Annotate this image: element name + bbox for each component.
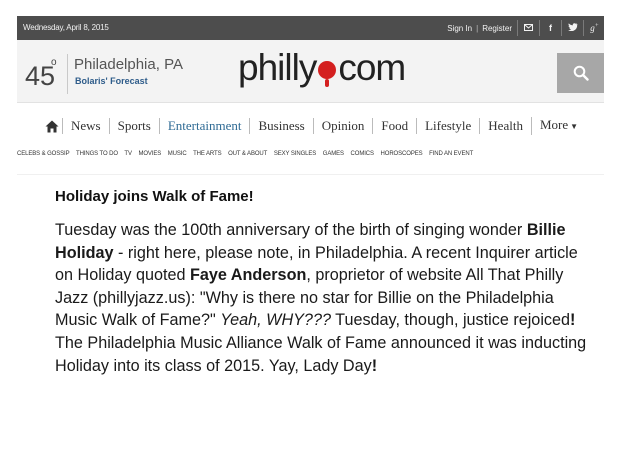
subnav-item[interactable]: MOVIES [138, 151, 161, 157]
subnav-item[interactable]: SEXY SINGLES [274, 151, 316, 157]
subnav-item[interactable]: THINGS TO DO [76, 151, 118, 157]
header-divider [17, 174, 604, 175]
site-header: 45 o Philadelphia, PA Bolaris' Forecast … [17, 40, 604, 103]
nav-item-more[interactable]: More ▼ [530, 117, 586, 135]
text-run: The Philadelphia Music Alliance Walk of … [55, 333, 587, 375]
forecast-link[interactable]: Bolaris' Forecast [75, 76, 148, 86]
article: Holiday joins Walk of Fame! Tuesday was … [55, 188, 595, 377]
nav-item-business[interactable]: Business [249, 118, 312, 134]
logo-dot-icon [317, 53, 337, 89]
entertainment-subnav: CELEBS & GOSSIP THINGS TO DO TV MOVIES M… [17, 151, 604, 163]
main-navigation: News Sports Entertainment Business Opini… [17, 113, 604, 139]
top-utility-bar: Wednesday, April 8, 2015 Sign In | Regis… [17, 16, 604, 40]
philly-com-logo[interactable]: philly com [238, 47, 406, 89]
subnav-item[interactable]: HOROSCOPES [381, 151, 423, 157]
logo-right-text: com [338, 47, 406, 88]
nav-more-label: More [539, 117, 569, 132]
text-run: Tuesday, though, justice rejoiced [330, 311, 571, 330]
subnav-item[interactable]: OUT & ABOUT [228, 151, 267, 157]
nav-item-sports[interactable]: Sports [108, 118, 159, 134]
subnav-item[interactable]: COMICS [351, 151, 375, 157]
logo-left-text: philly [238, 47, 317, 88]
nav-item-health[interactable]: Health [479, 118, 531, 134]
account-social-links: Sign In | Register f g+ [447, 16, 600, 40]
mail-icon[interactable] [523, 23, 534, 33]
caret-down-icon: ▼ [570, 122, 579, 131]
search-button[interactable] [557, 53, 604, 93]
nav-item-opinion[interactable]: Opinion [312, 118, 373, 134]
google-plus-icon[interactable]: g+ [589, 23, 600, 33]
degree-symbol: o [51, 57, 57, 68]
nav-item-lifestyle[interactable]: Lifestyle [416, 118, 479, 134]
subnav-item[interactable]: CELEBS & GOSSIP [17, 151, 70, 157]
home-icon[interactable] [42, 120, 62, 133]
weather-divider [67, 54, 68, 94]
divider [539, 20, 540, 36]
article-headline: Holiday joins Walk of Fame! [55, 188, 254, 205]
current-date: Wednesday, April 8, 2015 [23, 23, 109, 32]
subnav-item[interactable]: FIND AN EVENT [429, 151, 473, 157]
facebook-icon[interactable]: f [545, 23, 556, 33]
subnav-item[interactable]: MUSIC [168, 151, 187, 157]
register-link[interactable]: Register [482, 24, 512, 33]
weather-city[interactable]: Philadelphia, PA [74, 56, 183, 73]
exclamation: ! [371, 356, 378, 375]
person-name: Faye Anderson [190, 266, 307, 285]
subnav-item[interactable]: GAMES [323, 151, 344, 157]
exclamation: ! [570, 311, 576, 330]
search-icon [573, 65, 589, 81]
divider [583, 20, 584, 36]
nav-item-news[interactable]: News [62, 118, 109, 134]
divider [517, 20, 518, 36]
subnav-item[interactable]: TV [124, 151, 132, 157]
subnav-item[interactable]: THE ARTS [193, 151, 222, 157]
twitter-icon[interactable] [567, 23, 578, 33]
article-body: Tuesday was the 100th anniversary of the… [55, 219, 595, 377]
nav-item-food[interactable]: Food [372, 118, 416, 134]
link-separator: | [476, 23, 479, 33]
italic-aside: Yeah, WHY??? [220, 311, 331, 330]
text-run: Tuesday was the 100th anniversary of the… [55, 221, 527, 239]
nav-item-entertainment[interactable]: Entertainment [158, 118, 250, 134]
sign-in-link[interactable]: Sign In [447, 24, 472, 33]
divider [561, 20, 562, 36]
